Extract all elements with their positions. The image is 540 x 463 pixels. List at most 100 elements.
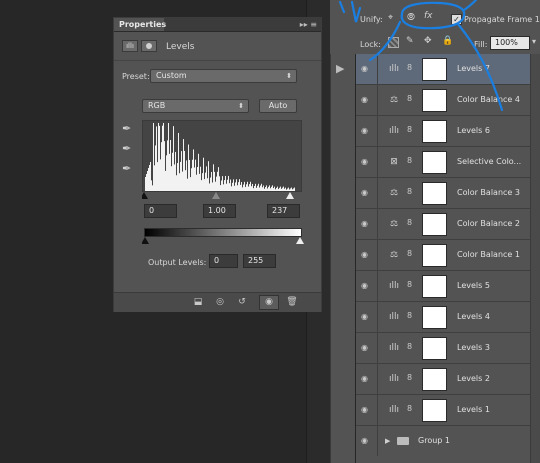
visibility-eye-icon[interactable]: ◉ <box>259 295 279 310</box>
output-white-field[interactable]: 255 <box>243 254 276 268</box>
histogram-bar <box>220 185 221 191</box>
gray-eyedropper-icon[interactable]: ✒ <box>122 142 134 156</box>
layer-mask-thumbnail[interactable] <box>422 275 447 298</box>
link-chain-icon[interactable]: 8 <box>407 280 412 289</box>
link-chain-icon[interactable]: 8 <box>407 373 412 382</box>
histogram-bar <box>214 171 215 191</box>
tab-properties[interactable]: Properties <box>114 18 166 31</box>
layer-row[interactable]: ◉ ıllı 8 Levels 2 <box>356 364 530 395</box>
histogram-bar <box>173 126 174 191</box>
output-black-field[interactable]: 0 <box>209 254 238 268</box>
levels-icon[interactable]: ıllı <box>386 279 402 293</box>
mask-icon[interactable] <box>141 40 157 52</box>
color-balance-icon[interactable]: ⚖ <box>386 217 402 231</box>
layer-mask-thumbnail[interactable] <box>422 306 447 329</box>
layer-mask-thumbnail[interactable] <box>422 120 447 143</box>
histogram-bar <box>244 181 245 191</box>
histogram-bar <box>195 159 196 191</box>
selective-color-icon[interactable]: ⊠ <box>386 155 402 169</box>
layer-mask-thumbnail[interactable] <box>422 399 447 422</box>
visibility-eye-icon[interactable]: ◉ <box>361 405 371 415</box>
layer-row[interactable]: ◉ ıllı 8 Levels 6 <box>356 116 530 147</box>
visibility-eye-icon[interactable]: ◉ <box>361 281 371 291</box>
layer-row[interactable]: ◉ ⚖ 8 Color Balance 3 <box>356 178 530 209</box>
levels-icon[interactable]: ıllı <box>386 403 402 417</box>
link-chain-icon[interactable]: 8 <box>407 404 412 413</box>
link-chain-icon[interactable]: 8 <box>407 218 412 227</box>
visibility-eye-icon[interactable]: ◉ <box>361 250 371 260</box>
levels-icon[interactable]: ıllı <box>386 341 402 355</box>
link-chain-icon[interactable]: 8 <box>407 249 412 258</box>
histogram-bar <box>189 159 190 191</box>
histogram-bar <box>212 182 213 191</box>
visibility-eye-icon[interactable]: ◉ <box>361 126 371 136</box>
layer-mask-thumbnail[interactable] <box>422 182 447 205</box>
link-chain-icon[interactable]: 8 <box>407 125 412 134</box>
layer-row[interactable]: ◉ ⚖ 8 Color Balance 2 <box>356 209 530 240</box>
group-row[interactable]: ◉ ▶ Group 1 <box>356 426 530 463</box>
layer-row[interactable]: ◉ ıllı 8 Levels 4 <box>356 302 530 333</box>
visibility-eye-icon[interactable]: ◉ <box>361 436 371 446</box>
levels-icon[interactable]: ıllı <box>386 372 402 386</box>
histogram-bar <box>154 165 155 191</box>
histogram-bar <box>291 187 292 191</box>
histogram-bar <box>185 170 186 191</box>
levels-adjustment-icon[interactable]: ıllı <box>122 40 138 52</box>
input-gamma-field[interactable]: 1.00 <box>203 204 236 218</box>
histogram-bar <box>146 174 147 191</box>
histogram-bar <box>249 184 250 191</box>
visibility-eye-icon[interactable]: ◉ <box>361 157 371 167</box>
output-sliders[interactable] <box>142 237 304 245</box>
layer-mask-thumbnail[interactable] <box>422 151 447 174</box>
chevron-updown-icon: ⬍ <box>238 102 244 110</box>
input-white-field[interactable]: 237 <box>267 204 300 218</box>
color-balance-icon[interactable]: ⚖ <box>386 248 402 262</box>
input-black-field[interactable]: 0 <box>144 204 177 218</box>
link-chain-icon[interactable]: 8 <box>407 342 412 351</box>
histogram-bar <box>192 159 193 191</box>
visibility-eye-icon[interactable]: ◉ <box>361 219 371 229</box>
link-chain-icon[interactable]: 8 <box>407 156 412 165</box>
auto-button[interactable]: Auto <box>259 99 297 113</box>
levels-icon[interactable]: ıllı <box>386 310 402 324</box>
layer-mask-thumbnail[interactable] <box>422 337 447 360</box>
layer-row[interactable]: ◉ ıllı 8 Levels 5 <box>356 271 530 302</box>
annotation-circle <box>400 1 466 30</box>
histogram-bar <box>257 185 258 191</box>
visibility-eye-icon[interactable]: ◉ <box>361 343 371 353</box>
channel-select[interactable]: RGB ⬍ <box>142 99 249 113</box>
histogram-bar <box>231 186 232 191</box>
expand-triangle-icon[interactable]: ▶ <box>385 437 390 445</box>
reset-icon[interactable]: ↺ <box>235 296 249 309</box>
layer-row[interactable]: ◉ ⊠ 8 Selective Colo... <box>356 147 530 178</box>
white-eyedropper-icon[interactable]: ✒ <box>122 162 134 176</box>
view-previous-icon[interactable]: ◎ <box>213 296 227 309</box>
panel-menu-icon[interactable]: ▸▸ ≡ <box>300 18 317 31</box>
color-balance-icon[interactable]: ⚖ <box>386 186 402 200</box>
histogram-bar <box>157 162 158 191</box>
input-sliders[interactable] <box>142 192 302 200</box>
visibility-eye-icon[interactable]: ◉ <box>361 374 371 384</box>
black-eyedropper-icon[interactable]: ✒ <box>122 122 134 136</box>
link-chain-icon[interactable]: 8 <box>407 187 412 196</box>
link-chain-icon[interactable]: 8 <box>407 311 412 320</box>
layer-row[interactable]: ◉ ıllı 8 Levels 1 <box>356 395 530 426</box>
layer-mask-thumbnail[interactable] <box>422 244 447 267</box>
histogram-bar <box>193 149 194 191</box>
histogram-bar <box>229 183 230 191</box>
layer-mask-thumbnail[interactable] <box>422 213 447 236</box>
clip-to-layer-icon[interactable]: ⬓ <box>191 296 205 309</box>
visibility-eye-icon[interactable]: ◉ <box>361 312 371 322</box>
layer-mask-thumbnail[interactable] <box>422 368 447 391</box>
layer-row[interactable]: ◉ ıllı 8 Levels 3 <box>356 333 530 364</box>
histogram-bar <box>186 160 187 191</box>
histogram-bar <box>197 167 198 191</box>
visibility-eye-icon[interactable]: ◉ <box>361 188 371 198</box>
histogram-bar <box>285 187 286 191</box>
trash-icon[interactable]: 🗑 <box>285 296 299 309</box>
preset-select[interactable]: Custom ⬍ <box>150 69 297 83</box>
layer-row[interactable]: ◉ ⚖ 8 Color Balance 1 <box>356 240 530 271</box>
histogram-bar <box>204 179 205 191</box>
histogram-bar <box>236 179 237 191</box>
levels-icon[interactable]: ıllı <box>386 124 402 138</box>
